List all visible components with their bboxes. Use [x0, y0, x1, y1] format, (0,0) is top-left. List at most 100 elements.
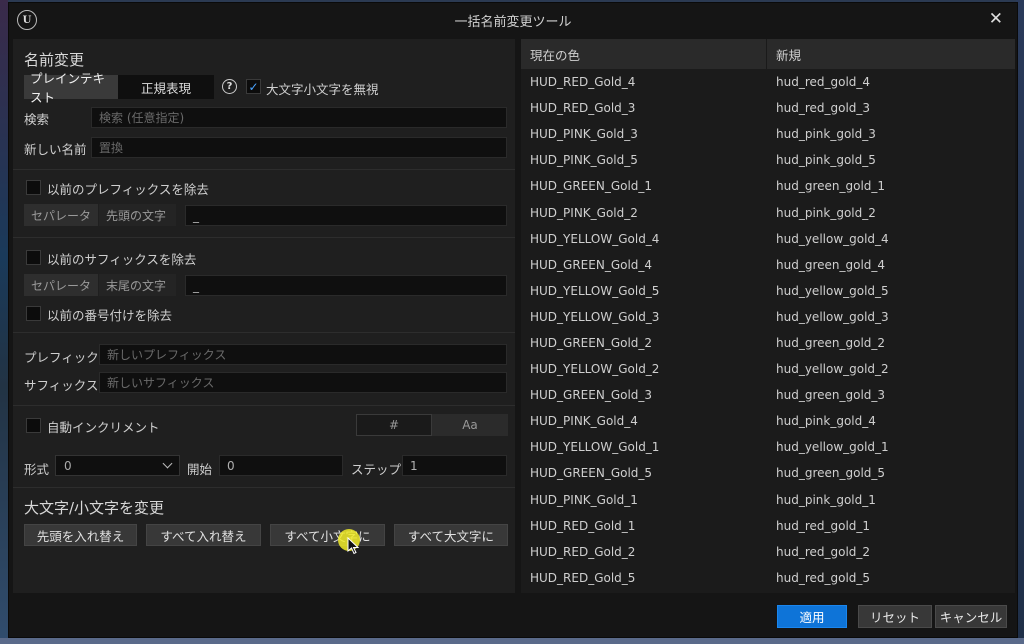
new-name-cell: hud_yellow_gold_3: [776, 309, 889, 324]
mode-regex-button[interactable]: 正規表現: [118, 75, 214, 99]
suffix-separator-input[interactable]: _: [185, 275, 507, 296]
suffix-separator-tag[interactable]: セパレータ: [24, 274, 98, 296]
remove-numbering-checkbox[interactable]: [26, 306, 41, 321]
current-name-cell: HUD_PINK_Gold_3: [530, 127, 638, 142]
current-name-cell: HUD_YELLOW_Gold_2: [530, 362, 660, 377]
search-input[interactable]: 検索 (任意指定): [91, 107, 507, 128]
table-header: 現在の色 新規: [521, 39, 1015, 69]
increment-number-button[interactable]: #: [356, 414, 432, 436]
new-name-label: 新しい名前: [24, 142, 87, 157]
table-row[interactable]: HUD_RED_Gold_1 hud_red_gold_1: [521, 513, 1015, 539]
table-row[interactable]: HUD_PINK_Gold_5 hud_pink_gold_5: [521, 147, 1015, 173]
current-name-cell: HUD_RED_Gold_2: [530, 544, 636, 559]
current-name-cell: HUD_YELLOW_Gold_5: [530, 283, 660, 298]
table-row[interactable]: HUD_RED_Gold_3 hud_red_gold_3: [521, 95, 1015, 121]
desktop-background-bottom: [0, 638, 1024, 644]
auto-increment-checkbox[interactable]: [26, 418, 41, 433]
table-row[interactable]: HUD_GREEN_Gold_5 hud_green_gold_5: [521, 460, 1015, 486]
new-name-cell: hud_yellow_gold_5: [776, 283, 889, 298]
table-row[interactable]: HUD_PINK_Gold_4 hud_pink_gold_4: [521, 408, 1015, 434]
all-lowercase-button[interactable]: すべて小文字に: [270, 524, 385, 546]
rename-settings-panel: 名前変更 プレインテキスト 正規表現 ? ✓ 大文字小文字を無視 検索 検索 (…: [13, 39, 515, 593]
new-name-cell: hud_green_gold_4: [776, 257, 886, 272]
start-label: 開始: [187, 462, 213, 477]
remove-suffix-checkbox[interactable]: [26, 250, 41, 265]
start-input[interactable]: 0: [219, 455, 343, 476]
remove-prefix-label: 以前のプレフィックスを除去: [47, 182, 209, 197]
table-row[interactable]: HUD_YELLOW_Gold_1 hud_yellow_gold_1: [521, 434, 1015, 460]
new-name-cell: hud_red_gold_2: [776, 544, 871, 559]
prefix-separator-tag[interactable]: セパレータ: [24, 204, 98, 226]
divider: [13, 169, 515, 170]
table-row[interactable]: HUD_PINK_Gold_2 hud_pink_gold_2: [521, 199, 1015, 225]
format-dropdown[interactable]: 0: [55, 455, 180, 476]
close-icon[interactable]: ✕: [989, 9, 1003, 29]
new-name-cell: hud_red_gold_3: [776, 101, 871, 116]
table-row[interactable]: HUD_RED_Gold_5 hud_red_gold_5: [521, 565, 1015, 591]
current-name-cell: HUD_RED_Gold_1: [530, 518, 636, 533]
reset-button[interactable]: リセット: [858, 605, 932, 628]
new-name-cell: hud_pink_gold_1: [776, 492, 876, 507]
table-row[interactable]: HUD_YELLOW_Gold_3 hud_yellow_gold_3: [521, 304, 1015, 330]
cancel-button[interactable]: キャンセル: [935, 605, 1007, 628]
table-row[interactable]: HUD_GREEN_Gold_3 hud_green_gold_3: [521, 382, 1015, 408]
column-header-current[interactable]: 現在の色: [521, 39, 767, 69]
capitalize-first-button[interactable]: 先頭を入れ替え: [24, 524, 137, 546]
table-row[interactable]: HUD_PINK_Gold_3 hud_pink_gold_3: [521, 121, 1015, 147]
current-name-cell: HUD_GREEN_Gold_5: [530, 466, 653, 481]
table-row[interactable]: HUD_GREEN_Gold_1 hud_green_gold_1: [521, 173, 1015, 199]
new-name-cell: hud_pink_gold_3: [776, 127, 876, 142]
format-label: 形式: [24, 462, 50, 477]
table-row[interactable]: HUD_GREEN_Gold_2 hud_green_gold_2: [521, 330, 1015, 356]
current-name-cell: HUD_GREEN_Gold_3: [530, 388, 653, 403]
swap-all-case-button[interactable]: すべて入れ替え: [146, 524, 261, 546]
table-row[interactable]: HUD_GREEN_Gold_4 hud_green_gold_4: [521, 252, 1015, 278]
step-label: ステップ: [351, 462, 402, 477]
new-suffix-input[interactable]: 新しいサフィックス: [99, 372, 507, 393]
current-name-cell: HUD_PINK_Gold_5: [530, 153, 638, 168]
remove-prefix-checkbox[interactable]: [26, 180, 41, 195]
current-name-cell: HUD_PINK_Gold_4: [530, 414, 638, 429]
format-value: 0: [64, 458, 72, 473]
case-section-title: 大文字/小文字を変更: [24, 499, 165, 517]
auto-increment-label: 自動インクリメント: [47, 420, 160, 435]
mouse-cursor-icon: [347, 537, 359, 555]
help-icon[interactable]: ?: [222, 79, 237, 94]
new-name-cell: hud_yellow_gold_2: [776, 362, 889, 377]
all-uppercase-button[interactable]: すべて大文字に: [394, 524, 508, 546]
window-title: 一括名前変更ツール: [454, 14, 572, 30]
suffix-trailing-chars-tag[interactable]: 末尾の文字: [99, 274, 176, 296]
unreal-logo-icon: U: [17, 10, 37, 30]
ignore-case-checkbox[interactable]: ✓: [246, 79, 261, 94]
new-name-cell: hud_green_gold_3: [776, 388, 886, 403]
new-name-cell: hud_pink_gold_5: [776, 153, 876, 168]
prefix-separator-input[interactable]: _: [185, 205, 507, 226]
prefix-leading-chars-tag[interactable]: 先頭の文字: [99, 204, 176, 226]
current-name-cell: HUD_RED_Gold_3: [530, 101, 636, 116]
mode-plain-text-button[interactable]: プレインテキスト: [24, 71, 118, 105]
table-row[interactable]: HUD_YELLOW_Gold_2 hud_yellow_gold_2: [521, 356, 1015, 382]
rename-section-title: 名前変更: [24, 51, 85, 69]
chevron-down-icon: [162, 458, 173, 469]
suffix-label: サフィックス: [24, 378, 99, 393]
table-row[interactable]: HUD_RED_Gold_2 hud_red_gold_2: [521, 539, 1015, 565]
remove-suffix-label: 以前のサフィックスを除去: [47, 252, 197, 267]
column-header-new[interactable]: 新規: [767, 39, 801, 69]
new-name-cell: hud_yellow_gold_1: [776, 440, 889, 455]
current-name-cell: HUD_GREEN_Gold_2: [530, 335, 653, 350]
title-bar[interactable]: U 一括名前変更ツール ✕: [9, 3, 1017, 37]
table-row[interactable]: HUD_RED_Gold_4 hud_red_gold_4: [521, 69, 1015, 95]
new-name-input[interactable]: 置換: [91, 137, 507, 158]
apply-button[interactable]: 適用: [777, 605, 847, 628]
current-name-cell: HUD_YELLOW_Gold_3: [530, 309, 660, 324]
step-input[interactable]: 1: [402, 455, 507, 476]
table-row[interactable]: HUD_YELLOW_Gold_4 hud_yellow_gold_4: [521, 226, 1015, 252]
table-row[interactable]: HUD_PINK_Gold_1 hud_pink_gold_1: [521, 487, 1015, 513]
new-prefix-input[interactable]: 新しいプレフィックス: [99, 344, 507, 365]
new-name-cell: hud_red_gold_4: [776, 75, 871, 90]
increment-letter-button[interactable]: Aa: [432, 414, 508, 436]
prefix-label: プレフィック: [24, 350, 99, 365]
new-name-cell: hud_red_gold_5: [776, 570, 871, 585]
table-row[interactable]: HUD_YELLOW_Gold_5 hud_yellow_gold_5: [521, 278, 1015, 304]
new-name-cell: hud_red_gold_1: [776, 518, 871, 533]
